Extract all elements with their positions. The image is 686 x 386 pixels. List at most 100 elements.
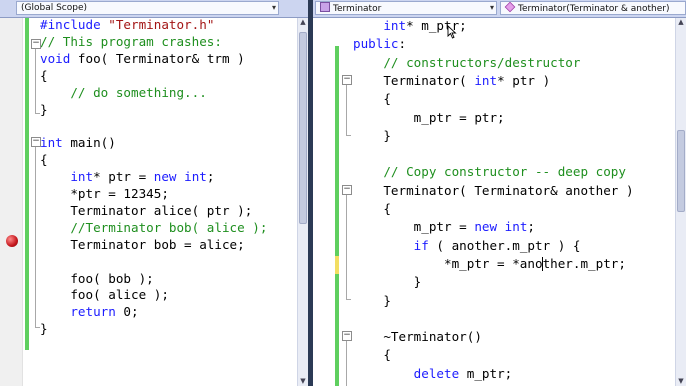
code-token: foo( Terminator& trm ) xyxy=(70,50,245,66)
fold-guide xyxy=(346,85,347,135)
code-line: Terminator bob = alice; xyxy=(40,236,245,254)
code-line: foo( bob ); xyxy=(40,270,153,288)
breakpoint-icon[interactable] xyxy=(6,235,18,247)
fold-end-tick xyxy=(346,135,351,136)
code-token: void xyxy=(40,50,71,66)
code-line: } xyxy=(353,292,391,310)
code-line: } xyxy=(353,273,422,291)
code-line: int main() xyxy=(40,134,116,152)
member-dropdown[interactable]: Terminator(Terminator & another) xyxy=(500,1,686,15)
member-dropdown-label: Terminator(Terminator & another) xyxy=(518,4,670,14)
right-editor-pane: Terminator ▾ Terminator(Terminator & ano… xyxy=(313,0,686,386)
code-token: { xyxy=(353,347,391,363)
collapse-icon[interactable]: − xyxy=(342,331,352,341)
code-line: foo( alice ); xyxy=(40,286,169,304)
code-token: } xyxy=(40,101,48,117)
code-token: 0; xyxy=(115,304,139,320)
code-line: // do something... xyxy=(40,84,207,102)
right-navigation-bar: Terminator ▾ Terminator(Terminator & ano… xyxy=(313,0,686,18)
code-token: Terminator bob = alice; xyxy=(40,236,245,252)
code-line: // Copy constructor -- deep copy xyxy=(353,163,626,181)
code-line: // This program crashes: xyxy=(40,33,222,51)
fold-end-tick xyxy=(35,113,40,114)
code-line: delete m_ptr; xyxy=(353,365,513,383)
code-line: public: xyxy=(353,35,406,53)
code-token: m_ptr = xyxy=(353,219,475,235)
fold-guide xyxy=(35,49,36,113)
code-token: ; xyxy=(527,219,536,235)
right-code-editor[interactable]: int * m_ptr; public: // constructors/destr… xyxy=(313,18,686,386)
code-line: #include "Terminator.h" xyxy=(40,16,214,34)
code-token: new xyxy=(153,169,177,185)
code-line: Terminator( int* ptr ) xyxy=(353,72,550,90)
code-token: { xyxy=(40,67,48,83)
code-token: // constructors/destructor xyxy=(353,54,581,70)
code-token: } xyxy=(40,321,48,337)
code-token: ( another.m_ptr ) { xyxy=(428,237,581,253)
collapse-icon[interactable]: − xyxy=(31,137,41,147)
collapse-icon[interactable]: − xyxy=(342,185,352,195)
scroll-down-icon[interactable]: ▼ xyxy=(676,377,686,386)
code-token: "Terminator.h" xyxy=(108,17,215,32)
right-vertical-scrollbar[interactable]: ▲ ▼ xyxy=(675,18,686,386)
chevron-down-icon: ▾ xyxy=(271,3,276,12)
collapse-icon[interactable]: − xyxy=(31,39,41,49)
code-line: // constructors/destructor xyxy=(353,54,580,72)
scroll-down-icon[interactable]: ▼ xyxy=(298,377,308,386)
code-token: if xyxy=(413,237,429,253)
code-line: *m_ptr = *another.m_ptr; xyxy=(353,255,626,273)
code-line: Terminator alice( ptr ); xyxy=(40,202,252,220)
code-line: } xyxy=(353,127,391,145)
scope-dropdown-label: (Global Scope) xyxy=(21,3,88,13)
code-line: { xyxy=(353,346,391,364)
fold-guide xyxy=(346,341,347,386)
code-token: delete xyxy=(413,365,460,381)
code-line: { xyxy=(353,200,391,218)
code-token: * ptr = xyxy=(93,169,154,185)
code-token: * ptr ) xyxy=(497,72,551,88)
code-token: int xyxy=(184,169,207,185)
code-line: //Terminator bob( alice ); xyxy=(40,219,267,237)
collapse-icon[interactable]: − xyxy=(342,75,352,85)
fold-end-tick xyxy=(35,327,40,328)
left-vertical-scrollbar[interactable]: ▲ ▼ xyxy=(297,18,308,386)
code-token: int xyxy=(504,219,528,235)
scope-dropdown[interactable]: (Global Scope) ▾ xyxy=(16,1,279,15)
code-token: : xyxy=(398,36,407,52)
code-token: int xyxy=(40,135,63,151)
code-token: // do something... xyxy=(40,84,207,100)
mouse-pointer-icon xyxy=(447,25,457,39)
code-token: * m_ptr; xyxy=(406,18,467,33)
fold-end-tick xyxy=(346,299,351,300)
change-tracking-bar xyxy=(335,274,339,386)
code-token: Terminator( xyxy=(353,72,475,88)
code-line: } xyxy=(40,101,48,119)
fold-guide xyxy=(35,147,36,327)
class-dropdown-label: Terminator xyxy=(333,4,382,14)
code-line: if ( another.m_ptr ) { xyxy=(353,237,581,255)
code-token: } xyxy=(353,292,391,308)
code-line: ~Terminator() xyxy=(353,328,482,346)
method-icon xyxy=(504,2,516,13)
fold-guide xyxy=(346,195,347,299)
scroll-up-icon[interactable]: ▲ xyxy=(298,18,308,27)
indicator-margin[interactable] xyxy=(0,18,23,386)
code-token: main() xyxy=(62,135,116,151)
scrollbar-thumb[interactable] xyxy=(677,130,685,212)
change-tracking-bar xyxy=(335,46,339,286)
code-token: int xyxy=(70,169,94,185)
class-dropdown[interactable]: Terminator ▾ xyxy=(315,1,497,15)
left-code-editor[interactable]: #include "Terminator.h"// This program c… xyxy=(0,16,308,386)
left-editor-pane: (Global Scope) ▾ #include "Terminator.h"… xyxy=(0,0,308,386)
scroll-up-icon[interactable]: ▲ xyxy=(676,18,686,27)
code-line: int* ptr = new int; xyxy=(40,168,214,186)
scrollbar-thumb[interactable] xyxy=(299,32,307,224)
code-token: } xyxy=(353,274,422,290)
code-token: { xyxy=(40,152,48,168)
